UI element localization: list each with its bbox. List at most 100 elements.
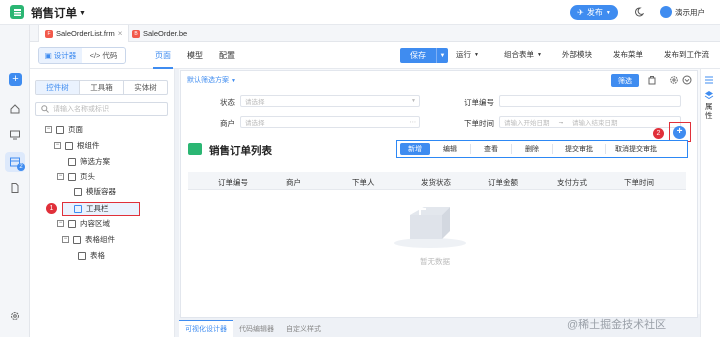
column-header[interactable]: 订单编号 [218,177,248,188]
submit-approval-button[interactable]: 提交审批 [553,143,605,155]
tree-item-label: 页面 [68,125,83,134]
customer-select[interactable]: 请选择 ⋯ [240,116,420,128]
designer-mode-button[interactable]: ▣ 设计器 [39,48,82,63]
column-header[interactable]: 商户 [286,177,301,188]
template-icon [74,187,82,196]
order-no-input[interactable] [499,95,681,107]
home-icon[interactable] [9,103,21,115]
editor-toolbar: ▣ 设计器 </> 代码 页面 模型 配置 保存 ▼ 运行 ▼ 组合表单 ▼ 外部模块 … [30,42,720,69]
tab-control-tree[interactable]: 控件树 [36,81,80,94]
tree-item-table[interactable]: 表格 [78,250,105,261]
filter-button[interactable]: 筛选 [611,74,639,87]
collapse-icon[interactable]: − [45,126,52,133]
tree-item-label: 表格组件 [85,235,115,244]
collapse-filter-icon[interactable] [682,75,692,85]
chevron-down-icon: ▼ [474,51,479,58]
search-icon [41,105,49,113]
list-toolbar: 新增 编辑 查看 删除 提交审批 取消提交审批 [396,140,688,158]
mode-toggle: ▣ 设计器 </> 代码 [38,47,126,64]
filter-plan-label: 默认筛选方案 [187,77,229,84]
avatar [660,6,672,18]
tab-visual-designer[interactable]: 可视化设计器 [179,320,233,337]
view-tabs: 页面 模型 配置 [147,42,243,69]
monitor-icon[interactable] [9,129,21,141]
tree-item-toolbar[interactable]: 工具栏 [74,203,109,214]
status-select[interactable]: 请选择 ▼ [240,95,420,107]
file-tab-saleorder-be[interactable]: B SaleOrder.be [126,25,193,42]
tab-config[interactable]: 配置 [211,42,243,69]
gear-icon[interactable] [9,310,21,322]
order-time-range[interactable]: 请输入开始日期 → 请输入结束日期 [499,116,681,128]
chevron-down-icon[interactable]: ▼ [436,48,448,63]
file-tab-saleorderlist[interactable]: F SaleOrderList.frm × [38,25,130,42]
app-title[interactable]: 销售订单 ▼ [31,5,86,21]
publish-workflow-button[interactable]: 发布到工作流 [664,49,709,60]
cancel-approval-button[interactable]: 取消提交审批 [606,143,666,155]
column-header[interactable]: 支付方式 [557,177,587,188]
rocket-icon: ✈ [577,8,584,17]
column-header[interactable]: 下单时间 [624,177,654,188]
publish-label: 发布 [586,8,603,17]
delete-button[interactable]: 删除 [512,143,552,155]
filter-plan-selector[interactable]: 默认筛选方案 ▼ [187,75,236,85]
gear-icon[interactable] [669,75,679,85]
save-button[interactable]: 保存 ▼ [400,48,448,63]
save-plan-icon[interactable] [647,75,657,85]
tree-item-table-component[interactable]: − 表格组件 [62,234,115,245]
document-icon[interactable] [9,182,21,194]
edit-button[interactable]: 编辑 [430,143,470,155]
user-menu[interactable]: 演示用户 [660,6,705,18]
table-icon [78,251,86,260]
column-header[interactable]: 订单金额 [488,177,518,188]
tab-model[interactable]: 模型 [179,42,211,69]
add-button[interactable]: 新增 [400,143,430,155]
left-rail [0,25,30,337]
tab-custom-style[interactable]: 自定义样式 [280,320,327,337]
file-tabs: F SaleOrderList.frm × B SaleOrder.be [30,25,720,42]
collapse-icon[interactable]: − [57,173,64,180]
tree-item-header[interactable]: − 页头 [57,171,95,182]
tree-search-input[interactable]: 请输入名称或标识 [35,102,168,116]
external-module-button[interactable]: 外部模块 [562,49,592,60]
range-arrow: → [557,118,565,126]
collapse-icon[interactable]: − [54,142,61,149]
component-icon [65,141,73,150]
tree-item-filter-plan[interactable]: 筛选方案 [68,156,110,167]
tree-item-root-component[interactable]: − 根组件 [54,140,100,151]
notification-badge: 2 [17,163,25,171]
column-header[interactable]: 发货状态 [421,177,451,188]
collapse-icon[interactable]: − [62,236,69,243]
add-control-button[interactable]: + [673,126,686,139]
run-label: 运行 [456,50,471,59]
publish-menu-button[interactable]: 发布菜单 [613,49,643,60]
close-icon[interactable]: × [118,29,123,38]
tree-item-content-area[interactable]: − 内容区域 [57,218,110,229]
layers-icon [704,90,714,100]
tree-item-template-container[interactable]: 模版容器 [74,186,116,197]
moon-icon[interactable] [634,7,644,17]
tab-toolbox[interactable]: 工具箱 [80,81,124,94]
add-icon[interactable]: + [9,73,22,86]
code-mode-button[interactable]: </> 代码 [82,48,125,63]
column-header[interactable]: 下单人 [352,177,375,188]
collapse-icon[interactable]: − [57,220,64,227]
order-no-label: 订单编号 [464,98,494,107]
tab-page[interactable]: 页面 [147,42,179,69]
run-button[interactable]: 运行 ▼ [456,49,479,60]
empty-box-icon [390,197,470,249]
publish-button[interactable]: ✈ 发布 ▼ [570,5,618,20]
tree-item-label: 内容区域 [80,219,110,228]
table-header: 订单编号 商户 下单人 发货状态 订单金额 支付方式 下单时间 [188,172,686,190]
tree-item-label: 模版容器 [86,187,116,196]
chevron-down-icon: ▼ [230,78,236,84]
chevron-down-icon: ▼ [411,98,416,104]
properties-tab[interactable]: 属性 [705,102,715,120]
list-icon[interactable] [704,75,714,85]
tab-entity-tree[interactable]: 实体树 [124,81,167,94]
tree-item-page[interactable]: − 页面 [45,124,83,135]
combo-form-button[interactable]: 组合表单 ▼ [504,49,542,60]
list-title-icon [188,143,202,155]
file-tab-label: SaleOrderList.frm [56,29,115,38]
view-button[interactable]: 查看 [471,143,511,155]
tab-code-editor[interactable]: 代码编辑器 [233,320,280,337]
